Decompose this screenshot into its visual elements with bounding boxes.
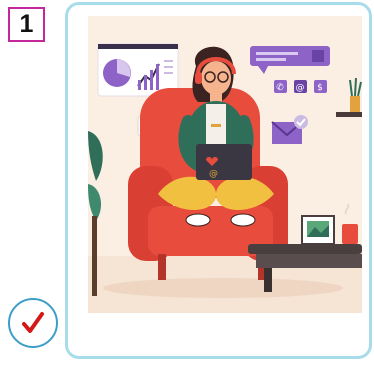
question-number-badge: 1 <box>8 7 45 42</box>
chart-panel <box>97 43 179 97</box>
select-option-button[interactable] <box>8 298 58 348</box>
checkmark-icon <box>22 312 44 333</box>
svg-text:✆: ✆ <box>276 83 284 93</box>
option-illustration: ✆ @ $ @ <box>88 16 362 313</box>
question-number: 1 <box>19 10 34 38</box>
quiz-page: 1 ✆ @ $ @ <box>0 0 374 365</box>
svg-text:@: @ <box>209 169 218 179</box>
svg-text:$: $ <box>317 83 323 93</box>
svg-text:@: @ <box>296 83 305 93</box>
contact-icons: ✆ @ $ <box>274 80 327 93</box>
